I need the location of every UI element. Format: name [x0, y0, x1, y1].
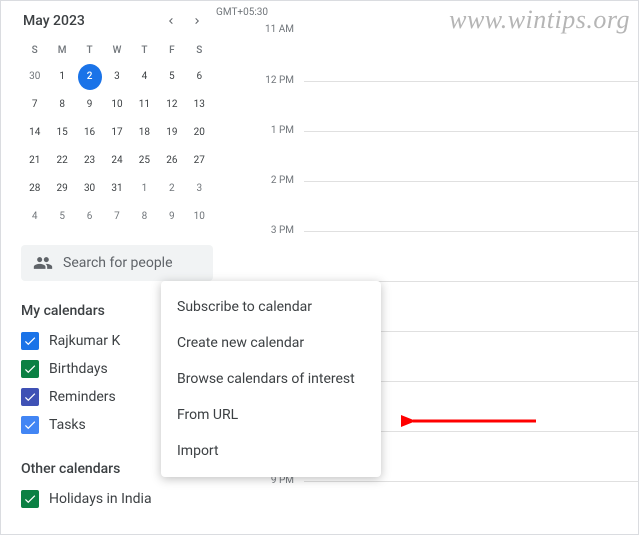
check-icon	[23, 492, 37, 506]
check-icon	[23, 390, 37, 404]
calendar-day-cell[interactable]: 2	[160, 176, 184, 202]
day-of-week-header: T	[131, 39, 158, 63]
month-title: May 2023	[23, 13, 85, 29]
calendar-day-cell[interactable]: 6	[78, 204, 102, 230]
search-people-input[interactable]: Search for people	[21, 245, 213, 281]
calendar-day-cell[interactable]: 29	[50, 176, 74, 202]
month-nav	[159, 9, 209, 33]
day-of-week-header: S	[186, 39, 213, 63]
calendar-day-cell[interactable]: 17	[105, 120, 129, 146]
calendar-day-cell[interactable]: 1	[50, 64, 74, 90]
timezone-label: GMT+05:30	[208, 7, 268, 18]
calendar-checkbox[interactable]	[21, 490, 39, 508]
time-row[interactable]: 11 AM	[304, 31, 638, 81]
add-calendar-context-menu: Subscribe to calendarCreate new calendar…	[161, 281, 381, 477]
calendar-day-cell[interactable]: 21	[23, 148, 47, 174]
calendar-day-cell[interactable]: 18	[132, 120, 156, 146]
time-row[interactable]: 9 PM	[304, 481, 638, 531]
time-label: 3 PM	[254, 225, 294, 236]
calendar-day-cell[interactable]: 11	[132, 92, 156, 118]
calendar-day-cell[interactable]: 23	[78, 148, 102, 174]
check-icon	[23, 362, 37, 376]
prev-month-button[interactable]	[159, 9, 183, 33]
day-of-week-header: T	[76, 39, 103, 63]
calendar-day-cell[interactable]: 22	[50, 148, 74, 174]
context-menu-item-subscribe-to-calendar[interactable]: Subscribe to calendar	[161, 289, 381, 325]
calendar-day-cell[interactable]: 7	[105, 204, 129, 230]
calendar-day-cell[interactable]: 30	[23, 64, 47, 90]
day-of-week-header: M	[48, 39, 75, 63]
next-month-button[interactable]	[185, 9, 209, 33]
check-icon	[23, 418, 37, 432]
calendar-checkbox[interactable]	[21, 416, 39, 434]
time-row[interactable]: 2 PM	[304, 181, 638, 231]
calendar-day-cell[interactable]: 9	[160, 204, 184, 230]
time-row[interactable]: 12 PM	[304, 81, 638, 131]
calendar-day-cell[interactable]: 10	[187, 204, 211, 230]
calendar-day-cell[interactable]: 10	[105, 92, 129, 118]
time-row[interactable]: 1 PM	[304, 131, 638, 181]
annotation-arrow	[401, 406, 541, 436]
calendar-label: Holidays in India	[49, 491, 152, 507]
calendar-day-cell[interactable]: 12	[160, 92, 184, 118]
search-placeholder: Search for people	[63, 255, 173, 271]
time-label: 1 PM	[254, 125, 294, 136]
watermark-text: www.wintips.org	[449, 5, 630, 35]
calendar-day-cell[interactable]: 6	[187, 64, 211, 90]
calendar-day-cell[interactable]: 20	[187, 120, 211, 146]
time-label: 2 PM	[254, 175, 294, 186]
calendar-label: Reminders	[49, 389, 116, 405]
calendar-day-cell[interactable]: 1	[132, 176, 156, 202]
calendar-day-cell[interactable]: 14	[23, 120, 47, 146]
calendar-label: Birthdays	[49, 361, 108, 377]
calendar-list-item: Holidays in India	[21, 485, 213, 513]
context-menu-item-browse-calendars-of-interest[interactable]: Browse calendars of interest	[161, 361, 381, 397]
calendar-day-cell[interactable]: 3	[105, 64, 129, 90]
calendar-day-cell[interactable]: 4	[132, 64, 156, 90]
check-icon	[23, 334, 37, 348]
time-label: 12 PM	[254, 75, 294, 86]
calendar-day-cell[interactable]: 3	[187, 176, 211, 202]
calendar-checkbox[interactable]	[21, 332, 39, 350]
calendar-checkbox[interactable]	[21, 360, 39, 378]
calendar-day-cell[interactable]: 5	[50, 204, 74, 230]
calendar-day-cell[interactable]: 24	[105, 148, 129, 174]
people-icon	[33, 253, 53, 273]
context-menu-item-import[interactable]: Import	[161, 433, 381, 469]
calendar-day-cell[interactable]: 8	[50, 92, 74, 118]
calendar-day-cell[interactable]: 2	[78, 64, 102, 90]
context-menu-item-from-url[interactable]: From URL	[161, 397, 381, 433]
calendar-day-cell[interactable]: 13	[187, 92, 211, 118]
calendar-day-cell[interactable]: 8	[132, 204, 156, 230]
calendar-day-cell[interactable]: 15	[50, 120, 74, 146]
day-of-week-header: S	[21, 39, 48, 63]
time-row[interactable]: 3 PM	[304, 231, 638, 281]
calendar-checkbox[interactable]	[21, 388, 39, 406]
calendar-label: Rajkumar K	[49, 333, 120, 349]
calendar-day-cell[interactable]: 16	[78, 120, 102, 146]
calendar-day-cell[interactable]: 7	[23, 92, 47, 118]
chevron-right-icon	[191, 15, 203, 27]
calendar-day-cell[interactable]: 30	[78, 176, 102, 202]
calendar-day-cell[interactable]: 28	[23, 176, 47, 202]
calendar-day-cell[interactable]: 4	[23, 204, 47, 230]
calendar-day-cell[interactable]: 31	[105, 176, 129, 202]
calendar-day-cell[interactable]: 27	[187, 148, 211, 174]
calendar-day-cell[interactable]: 25	[132, 148, 156, 174]
other-calendars-list: Holidays in India	[21, 485, 213, 513]
day-of-week-header: W	[103, 39, 130, 63]
calendar-day-cell[interactable]: 9	[78, 92, 102, 118]
calendar-day-cell[interactable]: 5	[160, 64, 184, 90]
context-menu-item-create-new-calendar[interactable]: Create new calendar	[161, 325, 381, 361]
time-label: 11 AM	[254, 24, 294, 35]
mini-calendar-header: May 2023	[21, 9, 213, 33]
calendar-day-cell[interactable]: 19	[160, 120, 184, 146]
day-of-week-header: F	[158, 39, 185, 63]
calendar-label: Tasks	[49, 417, 86, 433]
mini-calendar-grid: SMTWTFS301234567891011121314151617181920…	[21, 39, 213, 231]
calendar-day-cell[interactable]: 26	[160, 148, 184, 174]
chevron-left-icon	[165, 15, 177, 27]
